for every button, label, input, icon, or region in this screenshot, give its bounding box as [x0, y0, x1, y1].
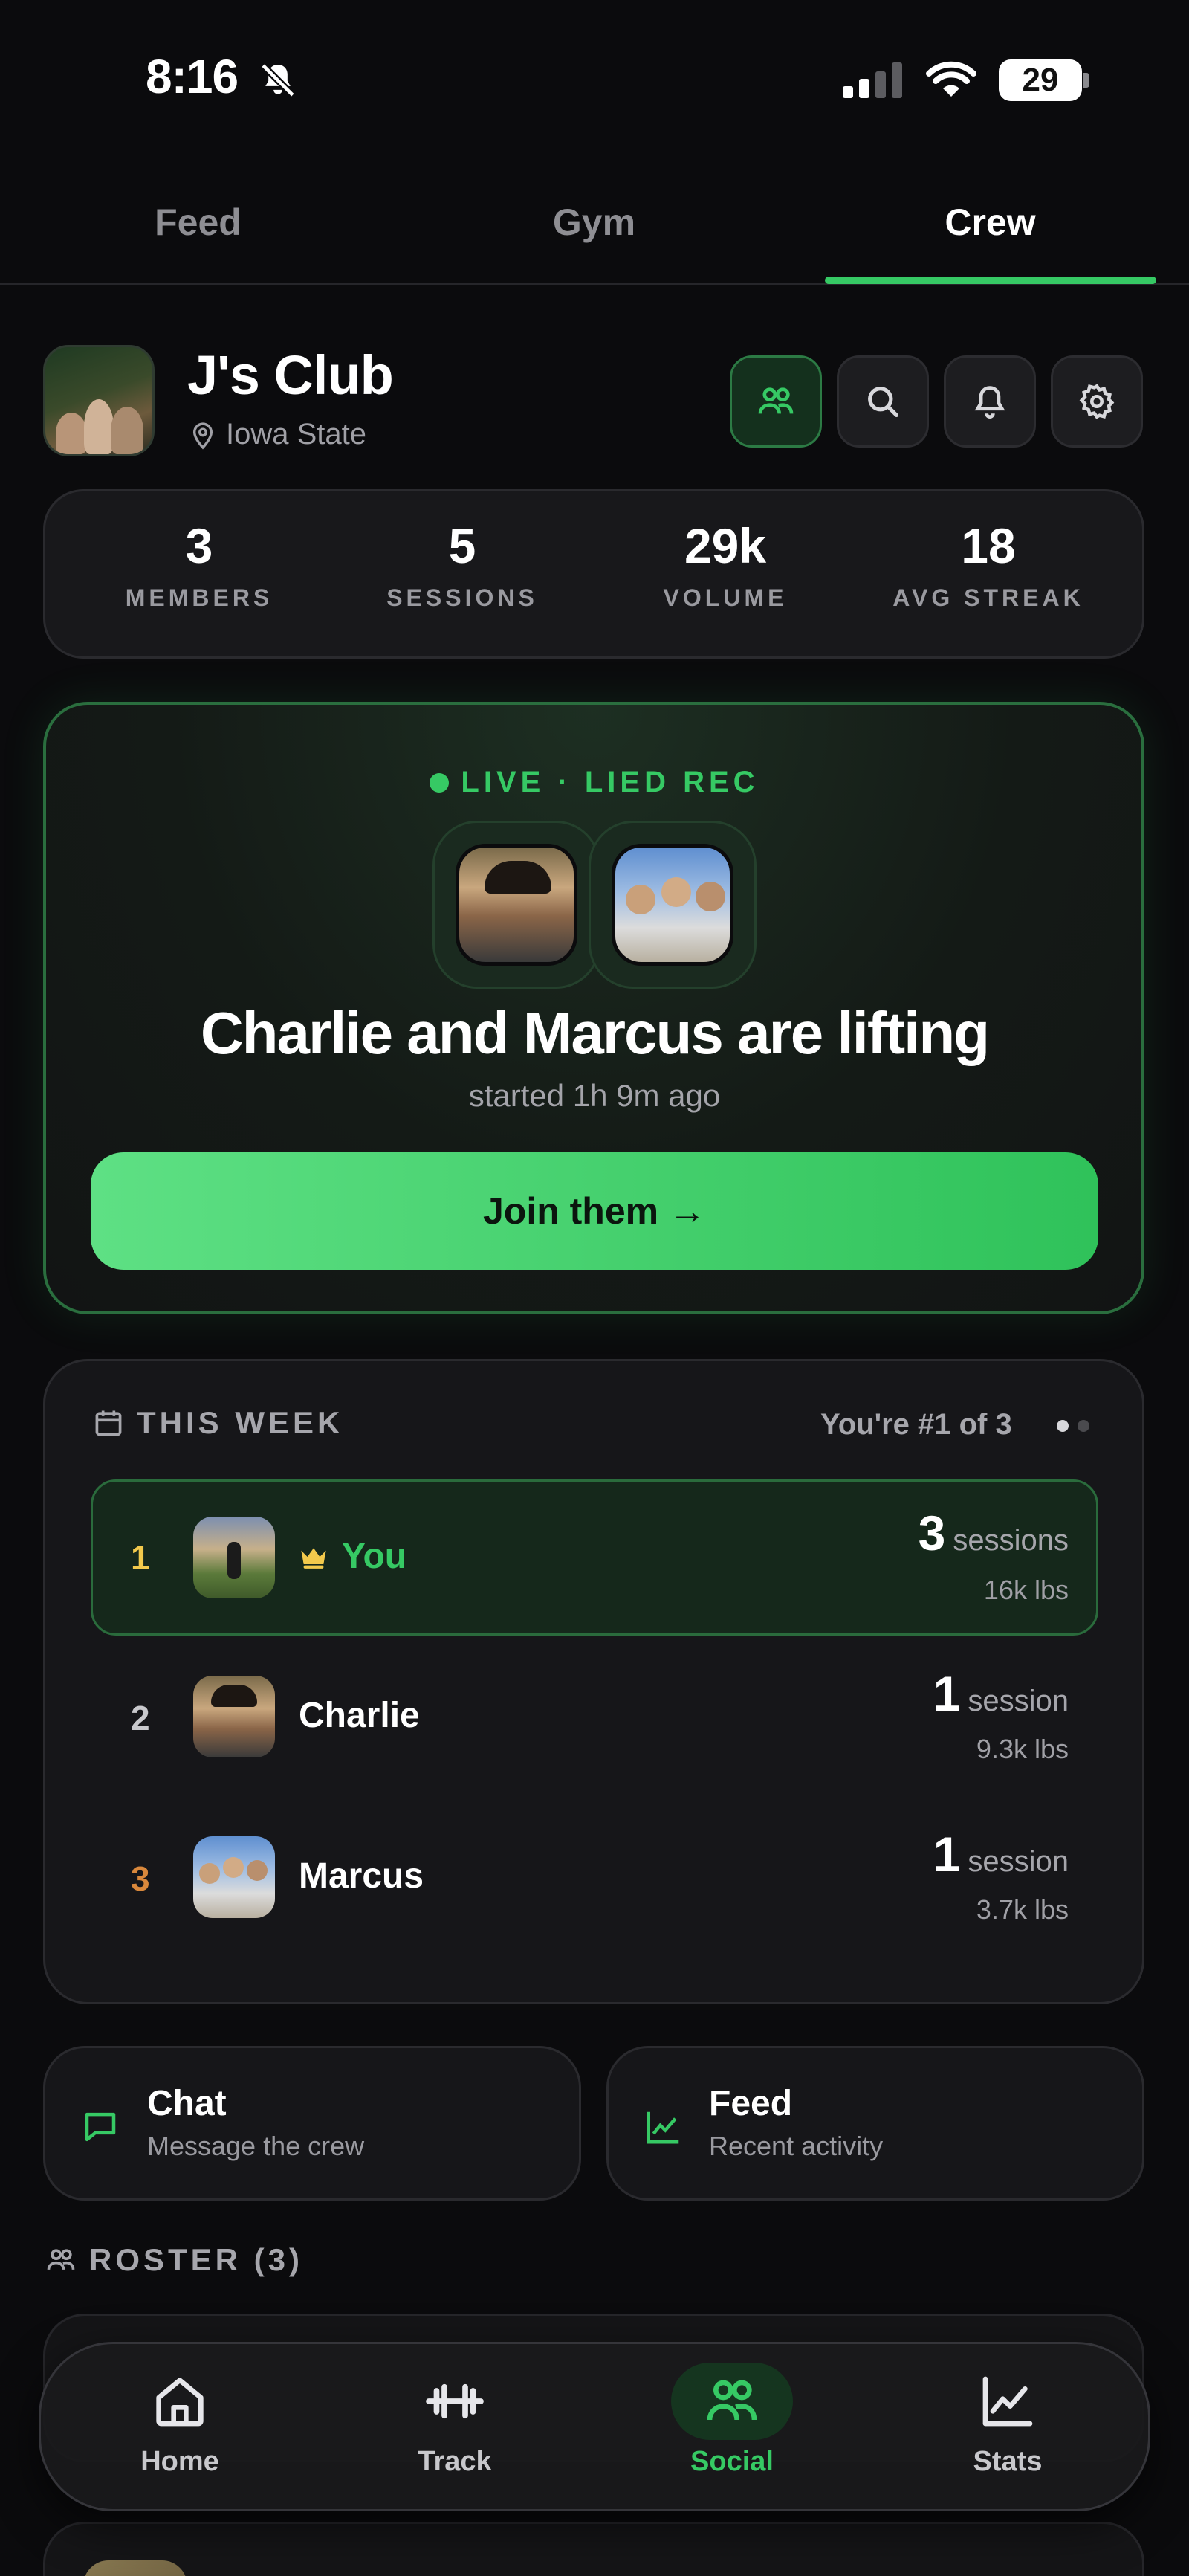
leaderboard-sessions: 3 sessions: [919, 1505, 1069, 1561]
chat-card-title: Chat: [147, 2084, 227, 2123]
bell-icon: [974, 386, 1005, 419]
avatar: [193, 1836, 275, 1918]
roster-card[interactable]: [43, 2522, 1144, 2576]
leaderboard-lbs: 16k lbs: [983, 1575, 1069, 1605]
battery-indicator: 29: [999, 59, 1082, 101]
members-button[interactable]: [730, 355, 822, 448]
sessions-count: 1: [933, 1827, 961, 1882]
nav-stats[interactable]: Stats: [911, 2364, 1104, 2478]
chart-line-icon: [982, 2376, 1033, 2427]
tab-gym[interactable]: Gym: [396, 201, 792, 244]
location-pin-icon: [192, 422, 213, 449]
gear-icon: [1079, 384, 1115, 419]
live-avatar-charlie[interactable]: [432, 821, 600, 989]
stat-label: SESSIONS: [386, 584, 538, 611]
tab-crew[interactable]: Crew: [792, 201, 1188, 244]
stat-volume: 29k VOLUME: [594, 517, 857, 612]
avatar: [193, 1517, 275, 1598]
live-title: Charlie and Marcus are lifting: [200, 1000, 990, 1066]
stat-value: 29k: [684, 518, 767, 573]
people-icon: [707, 2380, 757, 2421]
avatar: [193, 1676, 275, 1757]
club-name: J's Club: [187, 344, 394, 406]
stat-value: 3: [185, 518, 213, 573]
status-time: 8:16: [146, 50, 239, 103]
live-dot-icon: [430, 772, 450, 793]
feed-card-title: Feed: [709, 2084, 793, 2123]
chat-bubble-icon: [85, 2112, 116, 2142]
nav-social[interactable]: Social: [635, 2363, 829, 2478]
sessions-count: 3: [918, 1505, 946, 1560]
chart-line-icon: [647, 2111, 679, 2144]
active-tab-indicator: [825, 277, 1156, 284]
home-icon: [156, 2378, 204, 2427]
page-dots[interactable]: [1057, 1420, 1089, 1432]
live-avatar-marcus[interactable]: [589, 821, 757, 989]
stat-label: AVG STREAK: [892, 584, 1084, 611]
sessions-unit: session: [968, 1685, 1069, 1717]
feed-card-subtitle: Recent activity: [709, 2131, 884, 2161]
sessions-count: 1: [933, 1666, 961, 1721]
leaderboard-lbs: 9.3k lbs: [976, 1734, 1069, 1764]
settings-button[interactable]: [1051, 355, 1143, 448]
tab-feed[interactable]: Feed: [0, 201, 396, 244]
stat-label: MEMBERS: [125, 584, 273, 611]
this-week-heading-text: THIS WEEK: [137, 1405, 344, 1440]
calendar-icon: [95, 1410, 122, 1436]
live-subtitle: started 1h 9m ago: [468, 1078, 721, 1113]
people-icon: [47, 2249, 75, 2270]
stat-sessions: 5 SESSIONS: [331, 517, 594, 612]
stat-avg-streak: 18 AVG STREAK: [857, 517, 1120, 612]
live-label-text: LIVE · LIED REC: [461, 766, 759, 798]
leaderboard-name-charlie: Charlie: [299, 1696, 420, 1735]
leaderboard-name-text: You: [342, 1537, 407, 1576]
nav-label: Track: [418, 2446, 492, 2477]
dumbbell-icon: [426, 2383, 484, 2419]
chat-card-subtitle: Message the crew: [147, 2131, 365, 2161]
roster-heading-text: ROSTER (3): [89, 2242, 304, 2277]
leaderboard-position: 3: [131, 1859, 150, 1898]
avatar: [83, 2560, 187, 2576]
leaderboard-sessions: 1 session: [933, 1826, 1069, 1882]
club-location-text: Iowa State: [226, 418, 367, 451]
feed-card[interactable]: [606, 2046, 1144, 2201]
nav-label: Home: [140, 2446, 219, 2477]
chat-card[interactable]: [43, 2046, 581, 2201]
club-location: Iowa State: [190, 418, 366, 451]
nav-track[interactable]: Track: [358, 2364, 551, 2478]
search-icon: [868, 387, 899, 418]
nav-home[interactable]: Home: [83, 2364, 276, 2478]
notifications-button[interactable]: [944, 355, 1036, 448]
leaderboard-position: 1: [131, 1538, 150, 1577]
nav-active-pill: [671, 2363, 793, 2440]
stat-members: 3 MEMBERS: [68, 517, 331, 612]
roster-heading: ROSTER (3): [45, 2242, 303, 2278]
nav-label: Social: [690, 2446, 774, 2477]
week-rank-text: You're #1 of 3: [820, 1408, 1012, 1441]
stat-value: 18: [961, 518, 1016, 573]
avatar: [612, 844, 733, 966]
bell-muted-icon: [259, 62, 297, 99]
sessions-unit: sessions: [953, 1524, 1069, 1557]
wifi-icon: [926, 61, 976, 97]
people-icon: [758, 387, 794, 414]
leaderboard-name-marcus: Marcus: [299, 1856, 424, 1896]
cell-signal-icon: [843, 61, 902, 98]
leaderboard-position: 2: [131, 1699, 150, 1737]
club-avatar[interactable]: [43, 345, 155, 456]
live-label: LIVE · LIED REC: [0, 766, 1189, 799]
this-week-heading: THIS WEEK: [92, 1405, 343, 1441]
crown-icon: [301, 1547, 326, 1569]
stat-value: 5: [448, 518, 476, 573]
sessions-unit: session: [968, 1845, 1069, 1878]
stat-label: VOLUME: [663, 584, 788, 611]
leaderboard-lbs: 3.7k lbs: [976, 1894, 1069, 1925]
join-button[interactable]: Join them →: [91, 1152, 1098, 1270]
battery-nub: [1083, 73, 1089, 88]
nav-label: Stats: [973, 2446, 1043, 2477]
leaderboard-name-you: You: [299, 1536, 406, 1577]
leaderboard-sessions: 1 session: [933, 1665, 1069, 1722]
avatar: [456, 844, 577, 966]
search-button[interactable]: [837, 355, 929, 448]
